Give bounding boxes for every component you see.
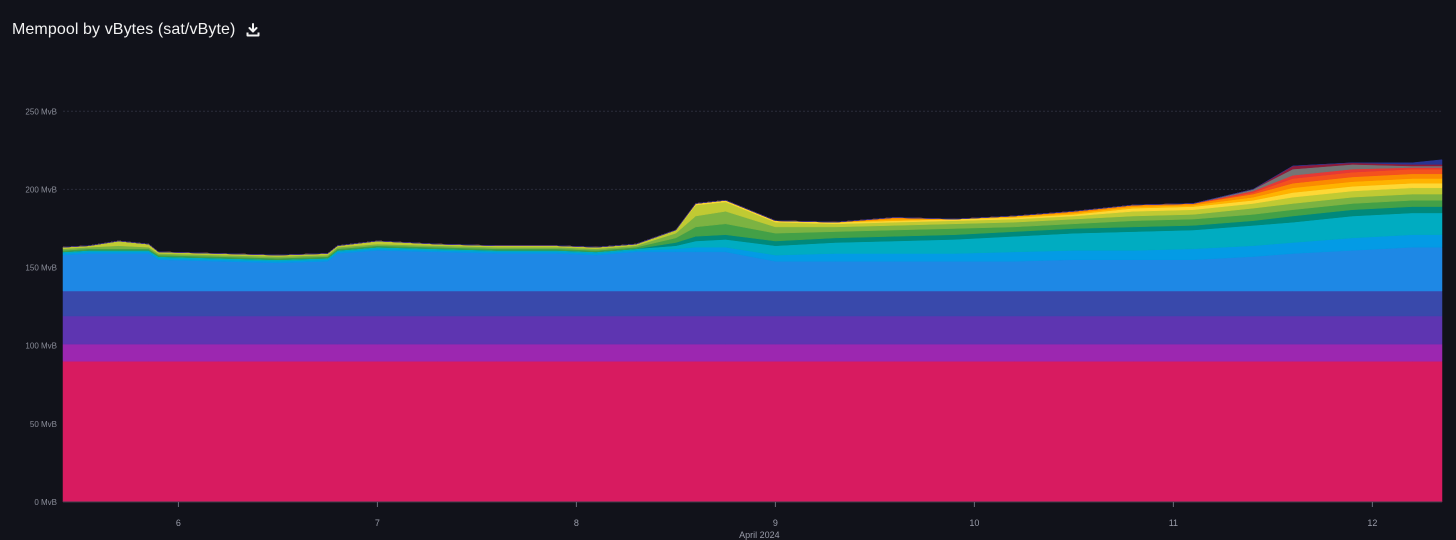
x-tick-label: 6: [176, 518, 181, 528]
x-tick-label: 8: [574, 518, 579, 528]
x-tick-label: 12: [1367, 518, 1377, 528]
x-tick-label: 11: [1169, 518, 1178, 528]
x-tick-label: 9: [773, 518, 778, 528]
y-tick-label: 150 MvB: [25, 264, 57, 273]
y-tick-label: 250 MvB: [25, 107, 57, 116]
area-series-0: [62, 361, 1443, 503]
y-tick-label: 200 MvB: [25, 185, 57, 194]
y-tick-label: 50 MvB: [30, 420, 57, 429]
area-series-3: [62, 290, 1443, 317]
y-tick-label: 0 MvB: [34, 498, 57, 507]
y-tick-label: 100 MvB: [25, 342, 57, 351]
x-tick-label: 10: [969, 518, 979, 528]
mempool-area-chart: 0 MvB 50 MvB 100 MvB 150 MvB 200 MvB 250 MvB 6…: [25, 107, 1443, 540]
x-axis-title: April 2024: [739, 530, 780, 540]
area-series-2: [62, 315, 1443, 345]
x-tick-label: 7: [375, 518, 380, 528]
area-series-1: [62, 343, 1443, 362]
